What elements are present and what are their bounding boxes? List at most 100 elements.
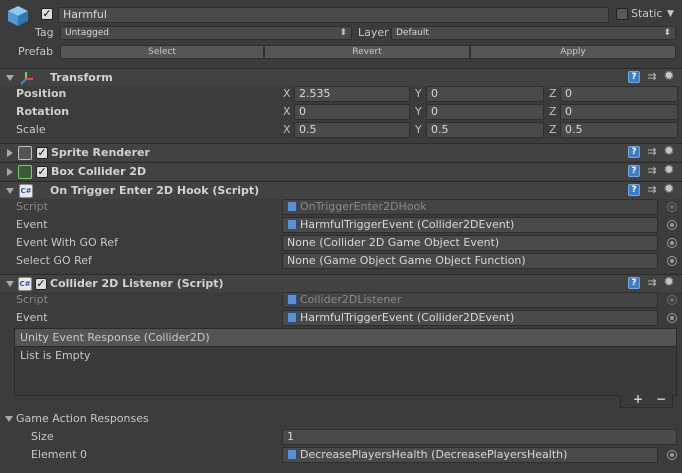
asset-icon [287, 449, 297, 460]
scale-z-input[interactable]: 0.5 [560, 122, 678, 138]
listener-title: Collider 2D Listener (Script) [50, 277, 224, 290]
object-picker-icon[interactable] [667, 313, 677, 323]
help-book-icon[interactable]: ? [628, 146, 640, 158]
scale-x-input[interactable]: 0.5 [294, 122, 410, 138]
position-z-axis[interactable]: Z [549, 86, 557, 102]
event-go-ref-label: Event With GO Ref [16, 236, 118, 249]
position-x-input[interactable]: 2.535 [294, 86, 410, 102]
rotation-y-axis[interactable]: Y [415, 104, 422, 120]
object-picker-icon[interactable] [667, 256, 677, 266]
unity-event-title: Unity Event Response (Collider2D) [20, 331, 210, 344]
object-picker-icon[interactable] [667, 295, 677, 305]
transform-icon [19, 70, 35, 86]
rotation-z-input[interactable]: 0 [560, 104, 678, 120]
element0-value: DecreasePlayersHealth (DecreasePlayersHe… [300, 448, 568, 461]
foldout-open-icon[interactable] [6, 281, 14, 287]
gear-icon[interactable]: ✹ [662, 145, 676, 159]
preset-icon[interactable]: ⇉ [646, 184, 658, 196]
scale-x-axis[interactable]: X [283, 122, 291, 138]
position-label: Position [16, 87, 67, 100]
prefab-apply-button[interactable]: Apply [470, 45, 676, 59]
position-y-input[interactable]: 0 [426, 86, 544, 102]
position-x-axis[interactable]: X [283, 86, 291, 102]
sprite-renderer-title: Sprite Renderer [51, 146, 150, 159]
foldout-open-icon[interactable] [6, 75, 14, 81]
asset-icon [287, 312, 297, 323]
trigger-event-value: HarmfulTriggerEvent (Collider2DEvent) [300, 218, 515, 231]
layer-dropdown[interactable]: Default [391, 26, 676, 40]
event-go-ref-field[interactable]: None (Collider 2D Game Object Event) [282, 235, 658, 251]
gear-icon[interactable]: ✹ [662, 276, 676, 290]
active-checkbox[interactable]: ✓ [41, 8, 53, 20]
foldout-open-icon[interactable] [6, 188, 14, 194]
box-collider-enabled-checkbox[interactable]: ✓ [36, 166, 48, 178]
add-element-button[interactable]: + [633, 392, 643, 406]
prefab-select-button[interactable]: Select [60, 45, 264, 59]
trigger-hook-title: On Trigger Enter 2D Hook (Script) [50, 184, 260, 197]
static-checkbox[interactable] [616, 8, 628, 20]
sprite-renderer-header[interactable]: ✓ Sprite Renderer ? ⇉ ✹ [0, 143, 682, 161]
listener-script-label: Script [16, 293, 48, 306]
size-input[interactable]: 1 [282, 429, 677, 445]
scale-z-axis[interactable]: Z [549, 122, 557, 138]
rotation-x-input[interactable]: 0 [294, 104, 410, 120]
object-picker-icon[interactable] [667, 202, 677, 212]
listener-script-value: Collider2DListener [300, 293, 402, 306]
transform-title: Transform [50, 71, 113, 84]
preset-icon[interactable]: ⇉ [646, 71, 658, 83]
transform-header[interactable]: Transform ? ⇉ ✹ [0, 68, 682, 86]
trigger-event-label: Event [16, 218, 48, 231]
layer-label: Layer [358, 26, 389, 39]
help-book-icon[interactable]: ? [628, 184, 640, 196]
trigger-script-value: OnTriggerEnter2DHook [300, 200, 427, 213]
tag-dropdown[interactable]: Untagged [60, 26, 352, 40]
box-collider-title: Box Collider 2D [51, 165, 147, 178]
trigger-script-field: OnTriggerEnter2DHook [282, 199, 658, 215]
listener-script-field: Collider2DListener [282, 292, 658, 308]
help-book-icon[interactable]: ? [628, 71, 640, 83]
box-collider-icon [18, 165, 32, 179]
object-picker-icon[interactable] [667, 220, 677, 230]
foldout-closed-icon[interactable] [7, 149, 13, 157]
element0-field[interactable]: DecreasePlayersHealth (DecreasePlayersHe… [282, 447, 658, 463]
listener-header[interactable]: C# ✓ Collider 2D Listener (Script) ? ⇉ ✹ [0, 274, 682, 292]
tag-label: Tag [35, 26, 54, 39]
preset-icon[interactable]: ⇉ [646, 146, 658, 158]
remove-element-button[interactable]: − [656, 392, 666, 406]
sprite-renderer-enabled-checkbox[interactable]: ✓ [36, 147, 48, 159]
help-book-icon[interactable]: ? [628, 277, 640, 289]
object-picker-icon[interactable] [667, 450, 677, 460]
rotation-y-input[interactable]: 0 [426, 104, 544, 120]
static-label: Static [631, 7, 663, 20]
select-go-ref-label: Select GO Ref [16, 254, 92, 267]
object-picker-icon[interactable] [667, 238, 677, 248]
object-name-input[interactable]: Harmful [58, 7, 609, 23]
unity-event-list: Unity Event Response (Collider2D) List i… [14, 328, 677, 396]
rotation-x-axis[interactable]: X [283, 104, 291, 120]
rotation-z-axis[interactable]: Z [549, 104, 557, 120]
scale-y-axis[interactable]: Y [415, 122, 422, 138]
listener-event-field[interactable]: HarmfulTriggerEvent (Collider2DEvent) [282, 310, 658, 326]
prefab-revert-button[interactable]: Revert [264, 45, 470, 59]
box-collider-header[interactable]: ✓ Box Collider 2D ? ⇉ ✹ [0, 162, 682, 180]
listener-event-value: HarmfulTriggerEvent (Collider2DEvent) [300, 311, 515, 324]
listener-enabled-checkbox[interactable]: ✓ [35, 278, 47, 290]
gear-icon[interactable]: ✹ [662, 70, 676, 84]
position-y-axis[interactable]: Y [415, 86, 422, 102]
preset-icon[interactable]: ⇉ [646, 277, 658, 289]
position-z-input[interactable]: 0 [560, 86, 678, 102]
scale-y-input[interactable]: 0.5 [426, 122, 544, 138]
gear-icon[interactable]: ✹ [662, 164, 676, 178]
gear-icon[interactable]: ✹ [662, 183, 676, 197]
foldout-open-icon[interactable] [5, 416, 13, 422]
trigger-event-field[interactable]: HarmfulTriggerEvent (Collider2DEvent) [282, 217, 658, 233]
trigger-hook-header[interactable]: C# On Trigger Enter 2D Hook (Script) ? ⇉… [0, 181, 682, 199]
foldout-closed-icon[interactable] [7, 168, 13, 176]
preset-icon[interactable]: ⇉ [646, 165, 658, 177]
help-book-icon[interactable]: ? [628, 165, 640, 177]
static-dropdown-icon[interactable]: ▼ [667, 6, 674, 22]
element0-label: Element 0 [31, 448, 88, 461]
game-action-label[interactable]: Game Action Responses [16, 411, 149, 427]
script-icon: C# [18, 277, 32, 291]
select-go-ref-field[interactable]: None (Game Object Game Object Function) [282, 253, 658, 269]
